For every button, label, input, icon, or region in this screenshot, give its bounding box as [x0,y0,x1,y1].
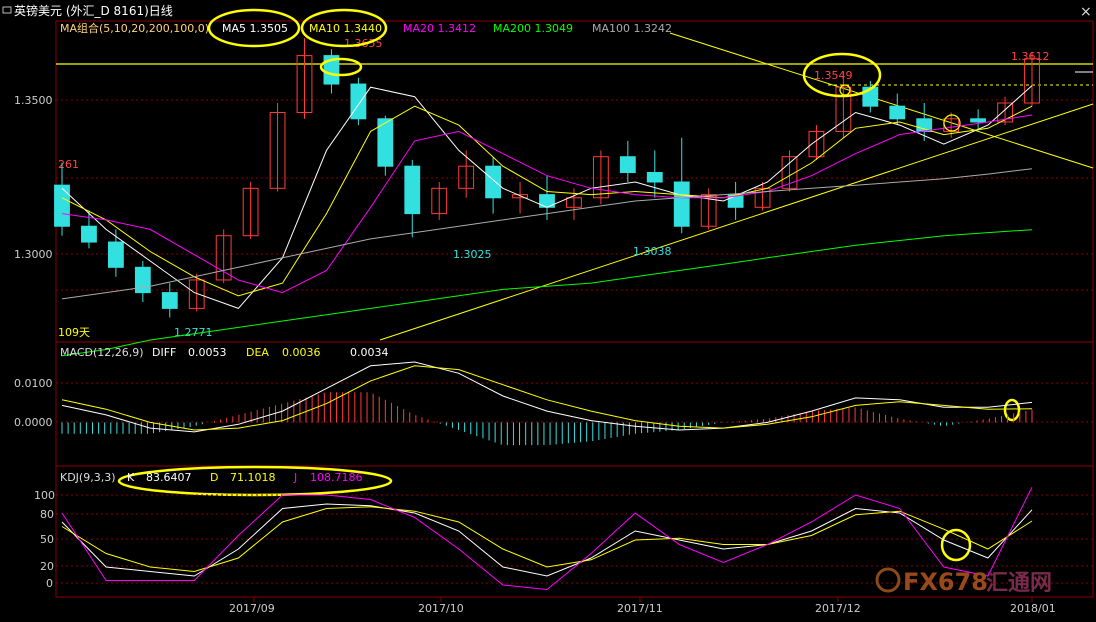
macd-diff-label: DIFF [152,346,176,359]
candle-body [673,181,690,227]
annotation-low-3: 1.2771 [174,326,213,339]
y-tick-kdj: 80 [40,508,54,521]
candle-body [54,184,70,227]
annotation-high-3: 1.3549 [814,69,853,82]
kdj-d-value: 71.1018 [230,471,276,484]
macd-y-axis: 0.0100 0.0000 [14,377,1093,429]
kdj-k-line [61,503,1033,577]
chart-canvas: 英镑美元 (外汇_D 8161)日线 × MA组合(5,10,20,200,10… [0,0,1096,615]
y-tick-main: 1.3500 [14,94,53,107]
ma5-value: MA5 1.3505 [222,22,288,35]
kdj-header: KDJ(9,3,3) K 83.6407 D 71.1018 J 108.718… [60,471,363,484]
title-bar: 英镑美元 (外汇_D 8161)日线 × [0,0,1096,20]
y-tick-kdj: 50 [40,533,54,546]
kdj-j-value: 108.7186 [310,471,363,484]
x-tick: 2017/09 [229,602,275,615]
ma20-value: MA20 1.3412 [403,22,476,35]
annotation-days: 109天 [58,326,90,339]
kdj-k-value: 83.6407 [146,471,192,484]
x-axis: 2017/09 2017/10 2017/11 2017/12 2018/01 [56,596,1093,615]
x-tick: 2017/10 [418,602,464,615]
macd-dea-label: DEA [246,346,269,359]
watermark-suffix: 汇通网 [986,571,1052,596]
kdj-label: KDJ(9,3,3) [60,471,116,484]
macd-dea-line [61,365,1033,431]
candle-body [350,83,367,120]
y-tick-kdj: 20 [40,560,54,573]
candle-body [646,172,663,183]
annotation-count: 261 [58,158,79,171]
macd-header: MACD(12,26,9) DIFF 0.0053 DEA 0.0036 0.0… [60,346,389,359]
main-grid [56,63,1093,291]
macd-diff-value: 0.0053 [188,346,227,359]
annotations: 1.3655 1.3612 1.3549 1.3025 1.3038 1.277… [58,37,1050,339]
candle-body [485,165,502,199]
ma100-value: MA100 1.3242 [592,22,672,35]
x-tick: 2017/11 [617,602,663,615]
kdj-d-label: D [210,471,218,484]
macd-diff-line [61,361,1033,433]
y-tick-macd: 0.0100 [14,377,53,390]
ma-header: MA组合(5,10,20,200,100,0) MA5 1.3505 MA10 … [60,21,672,35]
kdj-j-line [61,486,1033,591]
macd-dea-value: 0.0036 [282,346,321,359]
x-tick: 2018/01 [1010,602,1056,615]
watermark-globe-icon [875,567,901,593]
watermark-brand: FX678 [903,568,988,596]
y-tick-main: 1.3000 [14,248,53,261]
kdj-j-label: J [293,471,297,484]
ma200-value: MA200 1.3049 [493,22,573,35]
macd-lines [61,361,1033,433]
candle-body [161,292,178,309]
ma10-value: MA10 1.3440 [309,22,382,35]
panel-frames [55,20,1094,598]
candle-body [107,241,124,268]
x-tick: 2017/12 [815,602,861,615]
watermark: FX678 汇通网 [875,567,1052,596]
ma-header-label: MA组合(5,10,20,200,100,0) [60,21,209,35]
main-y-axis: 1.3500 1.3000 [14,94,53,261]
chart-root: 英镑美元 (外汇_D 8161)日线 × MA组合(5,10,20,200,10… [0,0,1096,618]
y-tick-macd: 0.0000 [14,416,53,429]
y-tick-kdj: 100 [34,489,55,502]
macd-label: MACD(12,26,9) [60,346,144,359]
annotation-low-1: 1.3025 [453,248,492,261]
y-tick-kdj: 0 [46,577,53,590]
candle-body [889,105,906,120]
annotation-high-2: 1.3612 [1011,50,1050,63]
close-icon[interactable]: × [1080,4,1092,20]
window-title: 英镑美元 (外汇_D 8161)日线 [14,3,173,18]
macd-value: 0.0034 [350,346,389,359]
ma-lines [61,85,1033,357]
annotation-low-2: 1.3038 [633,245,672,258]
kdj-lines [61,486,1033,591]
candle-body [81,225,97,243]
candle-body [619,156,636,174]
candle-body [916,118,933,132]
candle-body [970,118,987,123]
candle-body [134,266,151,294]
kdj-k-label: K [127,471,135,484]
candle-body [404,165,421,215]
